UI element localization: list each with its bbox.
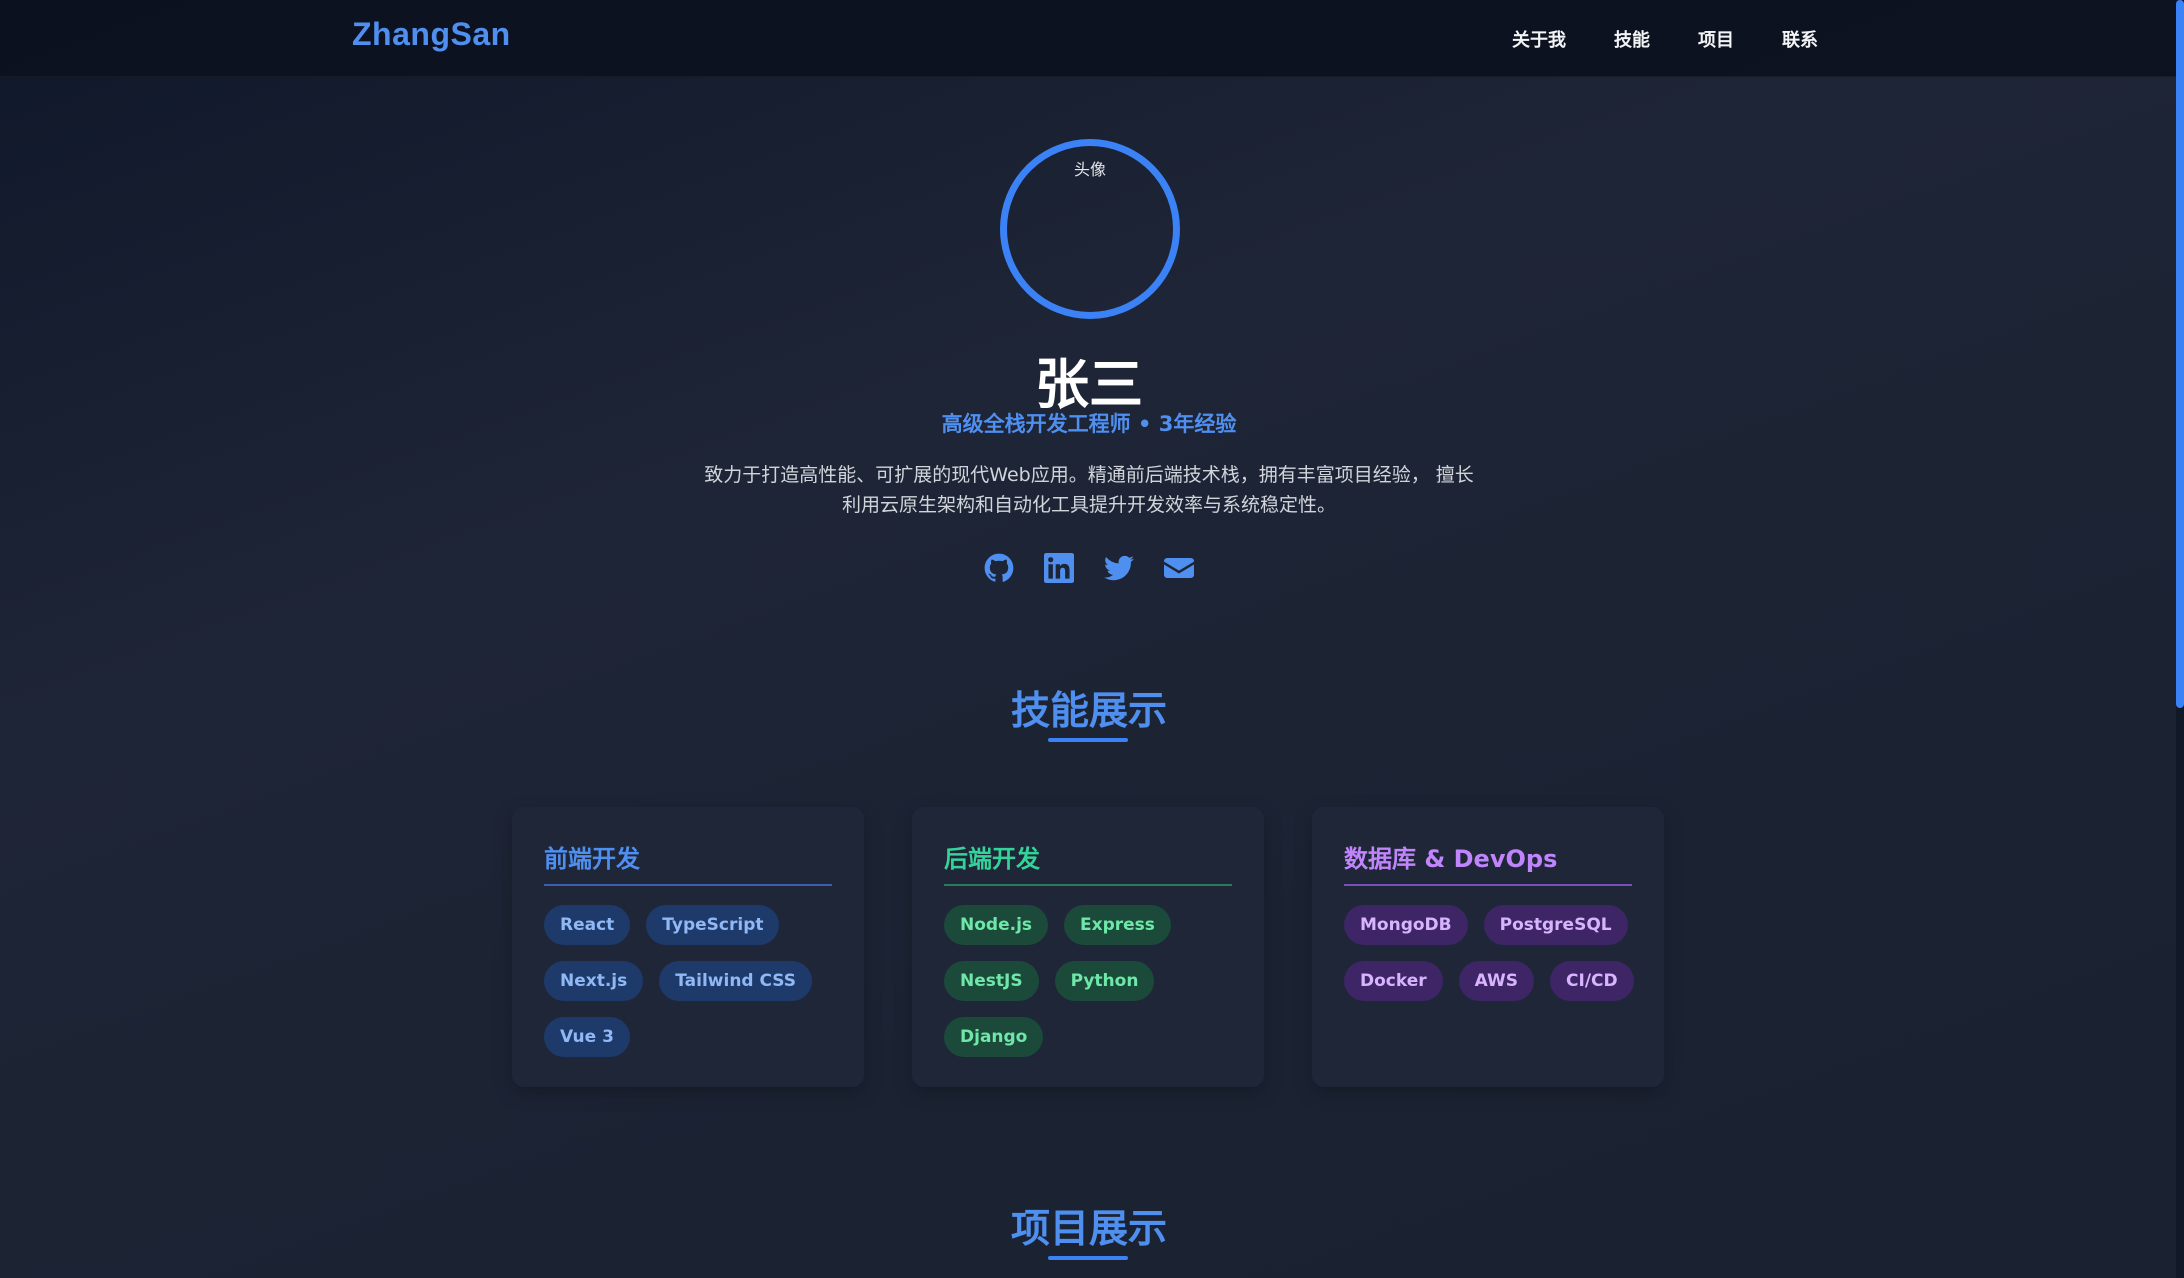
twitter-icon[interactable] bbox=[1103, 552, 1135, 584]
skill-tag: React bbox=[544, 905, 631, 945]
projects-title-underline bbox=[1048, 1256, 1128, 1260]
skill-tag: Next.js bbox=[544, 961, 644, 1001]
nav-link-about[interactable]: 关于我 bbox=[1512, 26, 1566, 52]
site-logo[interactable]: ZhangSan bbox=[352, 16, 511, 53]
skill-tag: Express bbox=[1064, 905, 1171, 945]
skill-tag: PostgreSQL bbox=[1483, 905, 1628, 945]
profile-role: 高级全栈开发工程师 • 3年经验 bbox=[941, 412, 1237, 436]
skills-title-underline bbox=[1048, 738, 1128, 742]
skill-tag: Vue 3 bbox=[544, 1017, 630, 1057]
profile-bio: 致力于打造高性能、可扩展的现代Web应用。精通前后端技术栈，拥有丰富项目经验， … bbox=[704, 464, 1474, 516]
skill-tag: TypeScript bbox=[646, 905, 780, 945]
skill-tag: Docker bbox=[1344, 961, 1443, 1001]
nav-link-projects[interactable]: 项目 bbox=[1698, 26, 1734, 52]
email-icon[interactable] bbox=[1163, 552, 1195, 584]
skill-tag: Tailwind CSS bbox=[659, 961, 813, 1001]
navbar: ZhangSan 关于我 技能 项目 联系 bbox=[0, 0, 2178, 77]
linkedin-icon[interactable] bbox=[1043, 552, 1075, 584]
avatar: 头像 bbox=[1000, 139, 1180, 319]
skill-card-title: 数据库 & DevOps bbox=[1344, 839, 1632, 886]
skill-tags: React TypeScript Next.js Tailwind CSS Vu… bbox=[544, 905, 844, 1057]
skill-tag: Node.js bbox=[944, 905, 1049, 945]
skill-tags: Node.js Express NestJS Python Django bbox=[944, 905, 1244, 1057]
skill-tag: Django bbox=[944, 1017, 1044, 1057]
skill-tag: CI/CD bbox=[1550, 961, 1634, 1001]
skills-section-title: 技能展示 bbox=[1010, 689, 1167, 734]
skill-card-title: 前端开发 bbox=[544, 839, 832, 886]
skill-card-backend: 后端开发 Node.js Express NestJS Python Djang… bbox=[912, 807, 1264, 1087]
nav-link-skills[interactable]: 技能 bbox=[1614, 26, 1650, 52]
skill-card-frontend: 前端开发 React TypeScript Next.js Tailwind C… bbox=[512, 807, 864, 1087]
nav-links: 关于我 技能 项目 联系 bbox=[1512, 26, 1818, 52]
skill-tag: Python bbox=[1054, 961, 1155, 1001]
skill-tag: MongoDB bbox=[1344, 905, 1468, 945]
skill-tag: NestJS bbox=[944, 961, 1039, 1001]
skill-tag: AWS bbox=[1458, 961, 1535, 1001]
scrollbar[interactable] bbox=[2176, 0, 2184, 1278]
social-links bbox=[0, 552, 2178, 584]
github-icon[interactable] bbox=[983, 552, 1015, 584]
skill-tags: MongoDB PostgreSQL Docker AWS CI/CD bbox=[1344, 905, 1644, 1001]
skill-card-title: 后端开发 bbox=[944, 839, 1232, 886]
projects-section-title: 项目展示 bbox=[1010, 1207, 1167, 1252]
nav-link-contact[interactable]: 联系 bbox=[1782, 26, 1818, 52]
skill-card-devops: 数据库 & DevOps MongoDB PostgreSQL Docker A… bbox=[1312, 807, 1664, 1087]
avatar-alt-text: 头像 bbox=[1073, 160, 1106, 179]
